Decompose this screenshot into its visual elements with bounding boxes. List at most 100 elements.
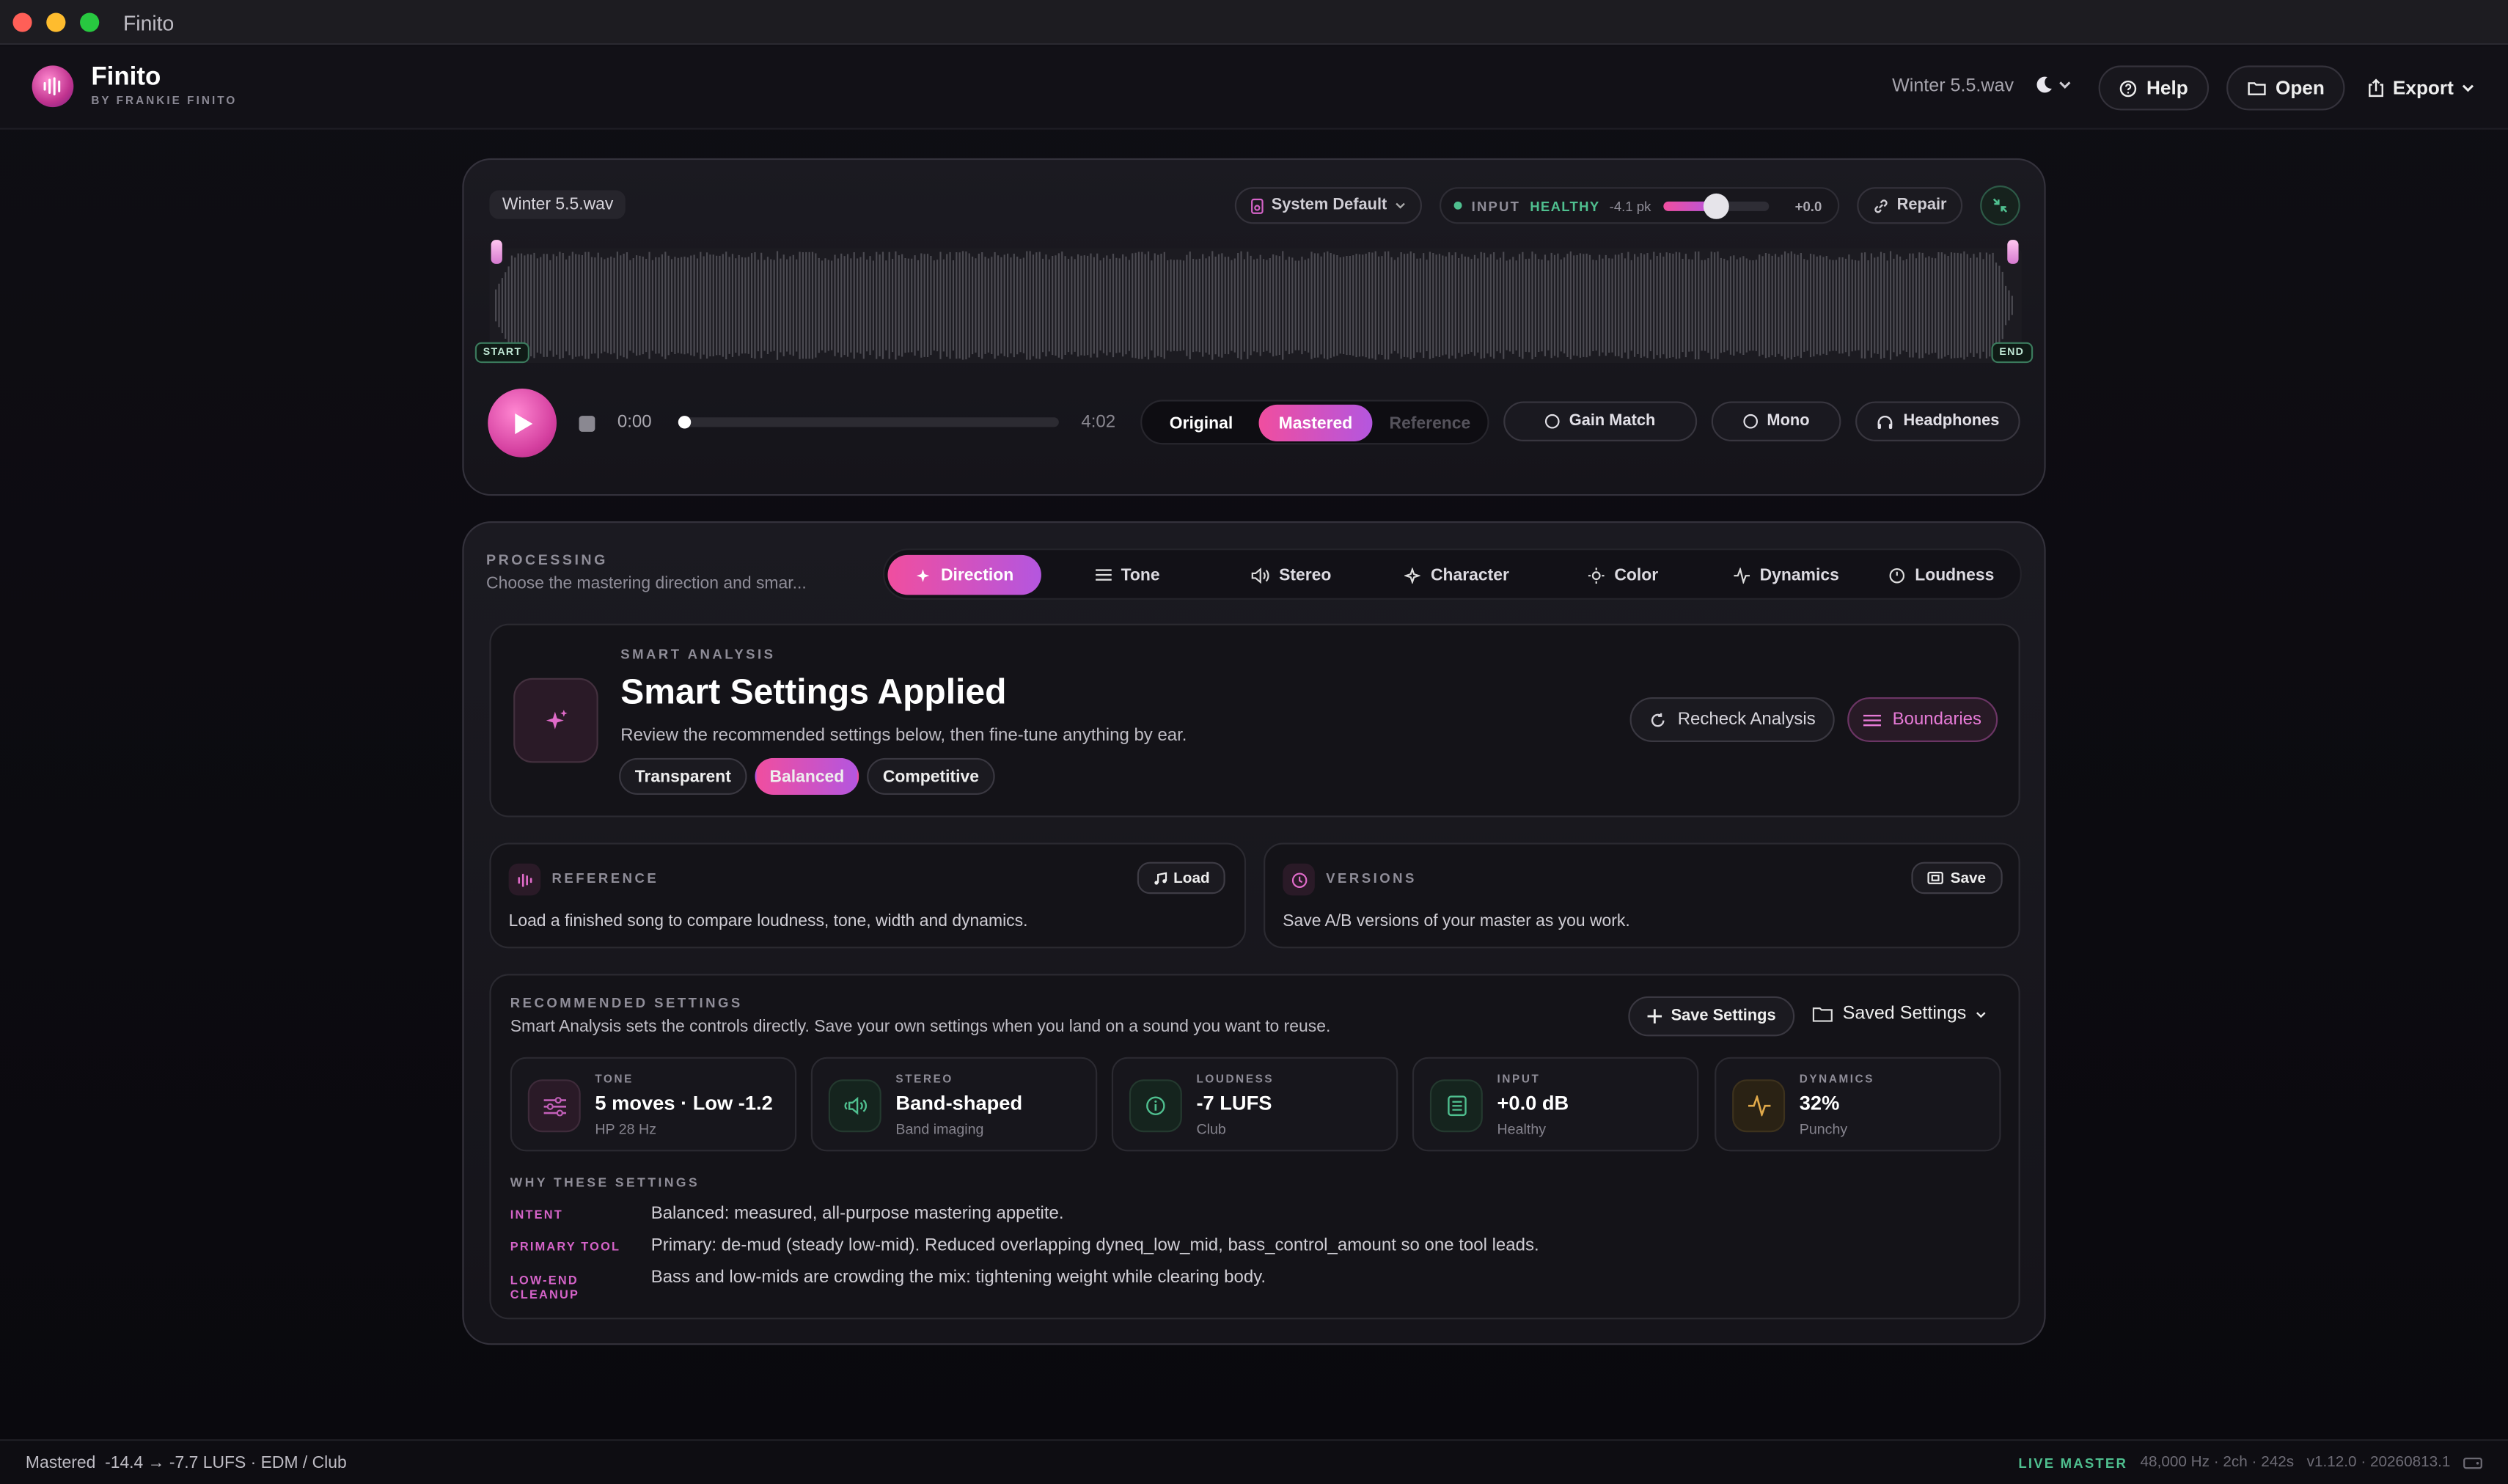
saved-settings-dropdown[interactable]: Saved Settings [1812,1004,1987,1024]
preset-transparent[interactable]: Transparent [619,757,747,796]
stat-tone[interactable]: TONE 5 moves · Low -1.2 HP 28 Hz [510,1057,797,1152]
app-version: v1.12.0 · 20260813.1 [2306,1453,2451,1472]
tab-character[interactable]: Character [1377,555,1537,595]
export-button[interactable]: Export [2367,77,2474,99]
reference-icon [508,863,541,896]
reference-card: REFERENCE Load Load a finished song to c… [489,842,1247,949]
input-gain-slider[interactable] [1663,192,1770,218]
stat-value: -7 LUFS [1196,1092,1272,1115]
load-label: Load [1173,869,1210,887]
tab-dynamics[interactable]: Dynamics [1710,555,1863,595]
toggle-ring-icon [1742,414,1758,429]
save-label: Save [1950,869,1987,887]
mode-mastered[interactable]: Mastered [1258,404,1373,441]
stop-button[interactable] [579,416,595,432]
boundaries-button[interactable]: Boundaries [1847,697,1998,743]
help-button[interactable]: Help [2098,65,2210,111]
tab-color[interactable]: Color [1547,555,1700,595]
folder-icon [1812,1007,1833,1022]
collapse-player-button[interactable] [1980,186,2020,226]
close-window-button[interactable] [12,12,32,32]
stat-dynamics[interactable]: DYNAMICS 32% Punchy [1715,1057,2001,1152]
stat-stereo[interactable]: STEREO Band-shaped Band imaging [810,1057,1098,1152]
live-master-badge: LIVE MASTER [2018,1454,2128,1471]
smart-analysis-icon [513,677,598,763]
collapse-icon [1992,198,2008,213]
smart-analysis-desc: Review the recommended settings below, t… [620,726,1187,746]
app-window: Finito Finito BY FRANKIE FINITO Winter 5… [0,0,2508,1484]
smart-analysis-label: SMART ANALYSIS [620,646,776,662]
time-current: 0:00 [617,412,652,432]
versions-label: VERSIONS [1326,870,1417,886]
input-status: HEALTHY [1530,197,1600,214]
open-button[interactable]: Open [2226,65,2345,111]
tab-loudness[interactable]: Loudness [1866,555,2017,595]
brand-name: Finito [91,64,161,92]
tab-stereo[interactable]: Stereo [1214,555,1367,595]
repair-button[interactable]: Repair [1857,187,1963,224]
stat-value: 32% [1799,1092,1840,1115]
headphones-label: Headphones [1903,412,2000,430]
status-summary: Mastered -14.4 → -7.7 LUFS · EDM / Club [25,1453,347,1473]
headphones-toggle[interactable]: Headphones [1855,401,2020,441]
end-trim-handle[interactable] [2007,240,2019,264]
minimize-window-button[interactable] [46,12,66,32]
output-device-select[interactable]: System Default [1234,187,1422,224]
app-header: Finito BY FRANKIE FINITO Winter 5.5.wav … [0,46,2508,130]
preset-competitive[interactable]: Competitive [867,757,995,796]
gain-match-label: Gain Match [1569,412,1656,430]
stat-sub: Band imaging [895,1120,984,1137]
save-icon [1928,871,1944,884]
smart-analysis-title: Smart Settings Applied [620,672,1007,712]
plus-icon [1646,1009,1662,1024]
stat-value: +0.0 dB [1497,1092,1569,1115]
tab-dynamics-label: Dynamics [1759,565,1839,585]
play-button[interactable] [488,389,557,458]
meter-icon [1429,1079,1483,1133]
stat-value: 5 moves · Low -1.2 [595,1092,773,1115]
pulse-icon [1734,567,1750,584]
chevron-down-icon [2059,81,2071,89]
chevron-down-icon [1396,202,1406,209]
zoom-window-button[interactable] [80,12,100,32]
load-reference-button[interactable]: Load [1137,862,1225,895]
playback-progress[interactable] [678,416,1059,429]
why-value-intent: Balanced: measured, all-purpose masterin… [650,1204,1064,1224]
help-icon [2119,79,2137,97]
why-key-low-end: LOW-END CLEANUP [510,1273,580,1302]
preset-balanced[interactable]: Balanced [755,757,859,796]
mono-toggle[interactable]: Mono [1711,401,1841,441]
gain-match-toggle[interactable]: Gain Match [1503,401,1698,441]
sun-icon [1588,567,1605,584]
headphones-icon [1877,414,1893,428]
sliders-icon [1095,569,1112,581]
mode-original[interactable]: Original [1147,405,1255,441]
processing-panel: PROCESSING Choose the mastering directio… [462,521,2046,1345]
stat-sub: Healthy [1497,1120,1547,1137]
tab-tone-label: Tone [1121,565,1160,585]
input-gain-knob[interactable] [1704,192,1730,218]
mode-reference[interactable]: Reference [1376,405,1484,441]
speaker-device-icon [1250,197,1264,213]
recheck-analysis-button[interactable]: Recheck Analysis [1629,697,1835,743]
tab-tone[interactable]: Tone [1051,555,1204,595]
tab-direction-label: Direction [940,565,1014,585]
progress-thumb[interactable] [678,416,692,429]
stat-loudness[interactable]: LOUDNESS -7 LUFS Club [1111,1057,1398,1152]
stat-input[interactable]: INPUT +0.0 dB Healthy [1412,1057,1699,1152]
input-label: INPUT [1471,197,1521,214]
start-trim-handle[interactable] [491,240,502,264]
theme-toggle[interactable] [2034,76,2071,95]
sparkle-icon [1405,567,1421,584]
save-version-button[interactable]: Save [1911,862,2003,895]
save-settings-button[interactable]: Save Settings [1628,996,1795,1037]
logo-icon [32,65,74,108]
current-file-name: Winter 5.5.wav [1892,76,2014,96]
tab-direction[interactable]: Direction [887,554,1041,595]
end-marker: END [1991,342,2033,364]
status-right: LIVE MASTER 48,000 Hz · 2ch · 242s v1.12… [2018,1454,2482,1472]
recommended-label: RECOMMENDED SETTINGS [510,994,743,1011]
waveform[interactable] [489,248,2022,364]
recommended-desc: Smart Analysis sets the controls directl… [510,1017,1331,1037]
drive-icon [2463,1458,2482,1469]
